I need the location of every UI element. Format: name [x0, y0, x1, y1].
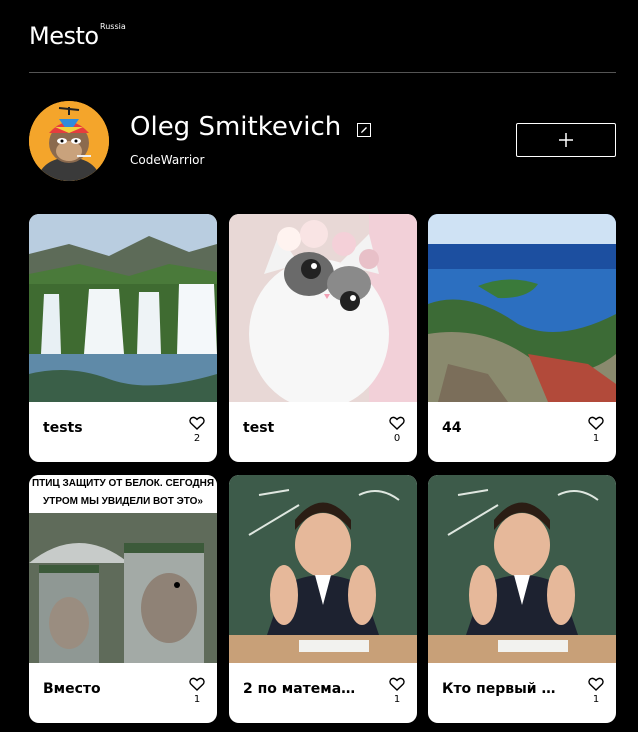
card-image[interactable]: ПТИЦ ЗАЩИТУ ОТ БЕЛОК. СЕГОДНЯ УТРОМ МЫ У…: [29, 475, 217, 663]
card-image[interactable]: [229, 475, 417, 663]
like-count: 2: [193, 433, 201, 444]
logo: Mesto: [29, 22, 99, 50]
heart-icon[interactable]: [389, 416, 405, 430]
card: tests 2: [29, 214, 217, 462]
card: ПТИЦ ЗАЩИТУ ОТ БЕЛОК. СЕГОДНЯ УТРОМ МЫ У…: [29, 475, 217, 723]
heart-icon[interactable]: [389, 677, 405, 691]
like-count: 1: [592, 694, 600, 705]
heart-icon[interactable]: [189, 416, 205, 430]
card: 2 по матема… 1: [229, 475, 417, 723]
profile-name: Oleg Smitkevich: [130, 112, 342, 142]
like-count: 0: [393, 433, 401, 444]
add-card-button[interactable]: [516, 123, 616, 157]
card-title: Вместо: [43, 681, 101, 697]
heart-icon[interactable]: [588, 416, 604, 430]
edit-profile-button[interactable]: [357, 123, 371, 137]
card-title: 44: [442, 420, 462, 436]
heart-icon[interactable]: [588, 677, 604, 691]
header: Mesto Russia: [29, 14, 616, 73]
card: test 0: [229, 214, 417, 462]
profile: Oleg Smitkevich CodeWarrior: [29, 101, 616, 181]
plus-icon: [559, 133, 573, 147]
card-image[interactable]: [229, 214, 417, 402]
card-image[interactable]: [29, 214, 217, 402]
image-caption: ПТИЦ ЗАЩИТУ ОТ БЕЛОК. СЕГОДНЯ УТРОМ МЫ У…: [29, 475, 217, 513]
like-count: 1: [193, 694, 201, 705]
like-count: 1: [592, 433, 600, 444]
card: Кто первый … 1: [428, 475, 616, 723]
profile-about: CodeWarrior: [130, 153, 205, 167]
card-image[interactable]: [428, 214, 616, 402]
card-title: 2 по матема…: [243, 681, 356, 697]
avatar[interactable]: [29, 101, 109, 181]
card-title: tests: [43, 420, 83, 436]
like-count: 1: [393, 694, 401, 705]
logo-subtitle: Russia: [100, 22, 126, 31]
card-title: Кто первый …: [442, 681, 556, 697]
card-title: test: [243, 420, 275, 436]
card-image[interactable]: [428, 475, 616, 663]
pencil-icon: [361, 127, 367, 133]
card: 44 1: [428, 214, 616, 462]
heart-icon[interactable]: [189, 677, 205, 691]
